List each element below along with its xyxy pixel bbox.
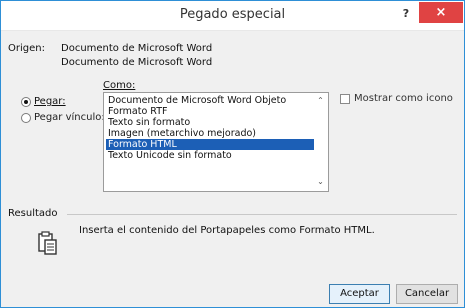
close-button[interactable]: × [419,2,463,23]
list-item[interactable]: Texto Unicode sin formato [106,150,314,161]
help-button[interactable]: ? [397,6,415,24]
paste-radio-circle[interactable] [21,97,31,107]
accept-button[interactable]: Aceptar [329,284,390,304]
paste-radio-label[interactable]: Pegar: [34,96,66,107]
list-item[interactable]: Documento de Microsoft Word Objeto [106,95,314,106]
como-label: Como: [103,80,136,91]
list-item[interactable]: Texto sin formato [106,117,314,128]
paste-special-dialog: Pegado especial ? × Origen: Documento de… [0,0,465,308]
scroll-down-arrow-icon[interactable]: ⌄ [314,177,327,186]
show-as-icon-box[interactable] [340,94,350,104]
list-item[interactable]: Formato RTF [106,106,314,117]
format-listbox[interactable]: Documento de Microsoft Word Objeto Forma… [103,92,329,192]
dialog-title: Pegado especial [179,7,286,22]
title-bar[interactable]: Pegado especial ? × [1,1,464,31]
result-group-line [67,214,457,215]
list-item[interactable]: Imagen (metarchivo mejorado) [106,128,314,139]
result-description: Inserta el contenido del Portapapeles co… [79,225,375,236]
clipboard-icon [38,231,57,255]
cancel-button[interactable]: Cancelar [396,284,458,304]
origin-source-line2: Documento de Microsoft Word [61,57,213,68]
list-item-selected[interactable]: Formato HTML [106,139,314,150]
list-scrollbar[interactable]: ⌃ ⌄ [314,94,327,190]
paste-link-radio-circle[interactable] [21,113,31,123]
paste-link-radio-label[interactable]: Pegar vínculo: [34,112,105,123]
origin-label: Origen: [8,43,45,54]
scroll-up-arrow-icon[interactable]: ⌃ [314,96,327,105]
result-label: Resultado [8,208,58,219]
origin-source-line1: Documento de Microsoft Word [61,43,213,54]
show-as-icon-label[interactable]: Mostrar como icono [354,93,453,104]
